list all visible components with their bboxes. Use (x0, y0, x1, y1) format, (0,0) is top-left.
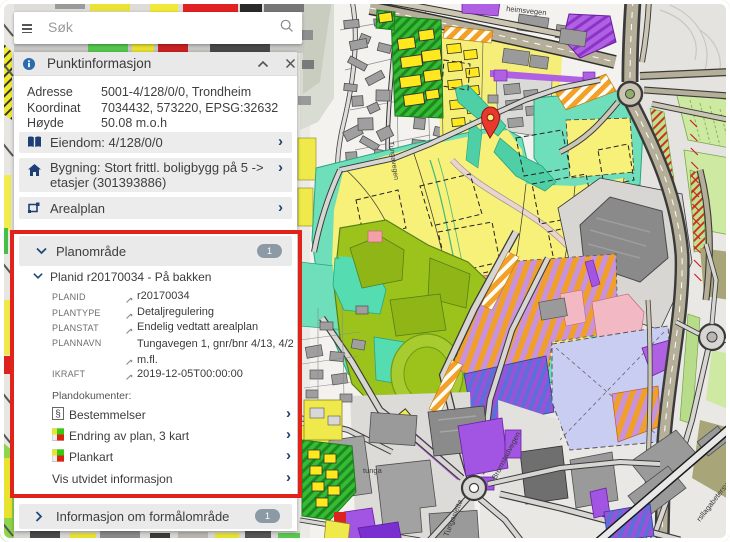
svg-text:§: § (55, 409, 61, 420)
svg-text:tunga: tunga (363, 466, 383, 475)
